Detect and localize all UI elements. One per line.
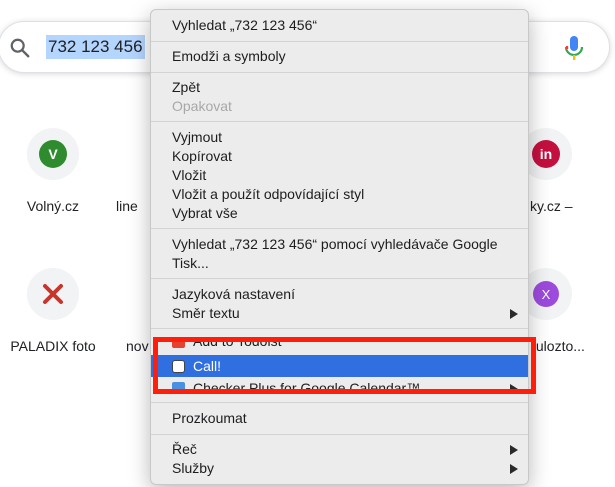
menu-item-paste[interactable]: Vložit bbox=[151, 166, 528, 185]
menu-separator bbox=[151, 328, 528, 329]
menu-item-select-all[interactable]: Vybrat vše bbox=[151, 204, 528, 223]
todoist-icon bbox=[172, 338, 185, 348]
menu-separator bbox=[151, 72, 528, 73]
menu-item-label: Checker Plus for Google Calendar™ bbox=[193, 380, 421, 389]
menu-separator bbox=[151, 402, 528, 403]
shortcut-icon-circle bbox=[27, 268, 79, 320]
menu-item-undo[interactable]: Zpět bbox=[151, 78, 528, 97]
menu-item-label: Řeč bbox=[172, 441, 197, 457]
menu-item-cut[interactable]: Vyjmout bbox=[151, 128, 528, 147]
menu-item-call[interactable]: Call! bbox=[151, 355, 528, 377]
calendar-icon bbox=[172, 382, 185, 389]
shortcut-paladix[interactable]: PALADIX foto bbox=[0, 268, 109, 354]
menu-item-add-to-todoist[interactable]: Add to Todoist bbox=[151, 338, 528, 351]
menu-item-print[interactable]: Tisk... bbox=[151, 254, 528, 273]
shortcut-label: PALADIX foto bbox=[10, 338, 96, 354]
menu-separator bbox=[151, 434, 528, 435]
menu-item-redo: Opakovat bbox=[172, 98, 232, 114]
extension-clip-top: Add to Todoist bbox=[151, 338, 528, 354]
menu-item-paste-match-style[interactable]: Vložit a použít odpovídající styl bbox=[151, 185, 528, 204]
call-extension-icon bbox=[172, 360, 185, 373]
microphone-icon[interactable] bbox=[563, 35, 585, 61]
menu-item-label: Call! bbox=[193, 358, 222, 374]
menu-item-search-google[interactable]: Vyhledat „732 123 456“ pomocí vyhledávač… bbox=[151, 235, 528, 254]
menu-item-inspect[interactable]: Prozkoumat bbox=[151, 409, 528, 428]
menu-separator bbox=[151, 278, 528, 279]
menu-item-text-direction[interactable]: Směr textu bbox=[151, 304, 528, 323]
menu-item-language-settings[interactable]: Jazyková nastavení bbox=[151, 285, 528, 304]
menu-item-label: Add to Todoist bbox=[193, 338, 282, 349]
extension-clip-bottom: Checker Plus for Google Calendar™ bbox=[151, 377, 528, 389]
menu-separator bbox=[151, 41, 528, 42]
ulozto-favicon-icon: X bbox=[533, 281, 559, 307]
shortcut-label: Volný.cz bbox=[26, 198, 80, 214]
menu-item-search-query[interactable]: Vyhledat „732 123 456“ bbox=[151, 16, 528, 35]
submenu-arrow-icon bbox=[510, 464, 518, 474]
submenu-arrow-icon bbox=[510, 309, 518, 319]
submenu-arrow-icon bbox=[510, 384, 518, 389]
linkedin-favicon-icon: in bbox=[532, 140, 560, 168]
shortcut-volny[interactable]: V Volný.cz bbox=[0, 128, 109, 214]
menu-item-speech[interactable]: Řeč bbox=[151, 440, 528, 459]
menu-item-label: Služby bbox=[172, 460, 215, 476]
menu-item-services[interactable]: Služby bbox=[151, 459, 528, 478]
paladix-favicon-icon bbox=[43, 284, 63, 304]
menu-item-label: Směr textu bbox=[172, 305, 240, 321]
shortcut-icon-circle: V bbox=[27, 128, 79, 180]
menu-separator bbox=[151, 121, 528, 122]
context-menu: Vyhledat „732 123 456“ Emodži a symboly … bbox=[150, 9, 529, 485]
search-icon bbox=[10, 38, 30, 58]
submenu-arrow-icon bbox=[510, 445, 518, 455]
menu-item-copy[interactable]: Kopírovat bbox=[151, 147, 528, 166]
menu-separator bbox=[151, 228, 528, 229]
menu-item-emoji[interactable]: Emodži a symboly bbox=[151, 47, 528, 66]
volny-favicon-icon: V bbox=[39, 140, 67, 168]
menu-item-checker-plus[interactable]: Checker Plus for Google Calendar™ bbox=[151, 379, 528, 389]
search-input[interactable]: 732 123 456 bbox=[46, 35, 145, 59]
